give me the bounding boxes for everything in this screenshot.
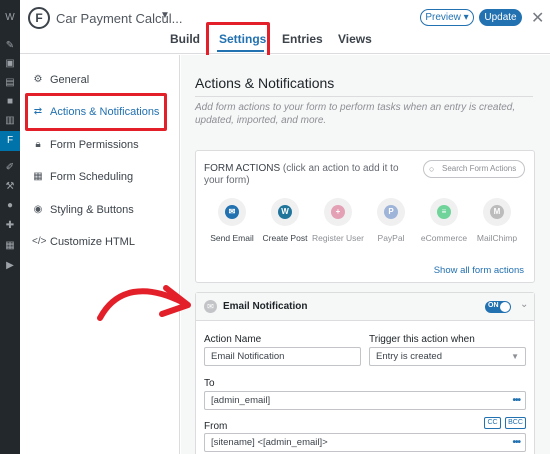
search-placeholder: Search Form Actions	[442, 164, 517, 173]
to-value: [admin_email]	[211, 395, 271, 406]
media-icon[interactable]: ▣	[4, 58, 16, 70]
action-label: Send Email	[210, 233, 254, 243]
page-title: Actions & Notifications	[195, 75, 335, 91]
nav-item-label: Form Scheduling	[50, 171, 134, 183]
comments-icon[interactable]: ■	[4, 96, 16, 108]
nav-item-form-scheduling[interactable]: ▦ Form Scheduling	[32, 167, 133, 187]
palette-icon: ◉	[33, 204, 43, 215]
nav-item-label: Styling & Buttons	[50, 204, 134, 216]
trigger-selected-value: Entry is created	[376, 351, 442, 362]
email-notification-title: Email Notification	[223, 301, 308, 312]
action-create-post[interactable]: W Create Post	[257, 198, 313, 243]
action-name-label: Action Name	[204, 334, 262, 345]
settings-icon[interactable]: ▦	[4, 240, 16, 252]
action-label: MailChimp	[476, 233, 518, 243]
action-paypal[interactable]: P PayPal	[363, 198, 419, 243]
action-label: Register User	[312, 233, 364, 243]
page-description: Add form actions to your form to perform…	[195, 102, 516, 126]
trash-icon[interactable]: ▥	[4, 115, 16, 127]
wordpress-icon[interactable]: W	[4, 12, 16, 24]
nav-item-label: General	[50, 74, 90, 86]
action-label: eCommerce	[420, 233, 468, 243]
email-icon: ✉	[225, 205, 239, 219]
ecommerce-icon: ≡	[437, 205, 451, 219]
show-all-form-actions-link[interactable]: Show all form actions	[434, 265, 524, 276]
close-icon[interactable]: ✕	[531, 8, 544, 28]
from-value: [sitename] <[admin_email]>	[211, 437, 328, 448]
wp-admin-sidebar: W ✎ ▣ ▤ ■ ▥ F ✐ ⚒ ● ✚ ▦ ▶	[0, 0, 20, 454]
tools-icon[interactable]: ✚	[4, 220, 16, 232]
calendar-icon: ▦	[33, 171, 43, 182]
tab-build[interactable]: Build	[170, 32, 200, 46]
nav-item-styling-buttons[interactable]: ◉ Styling & Buttons	[32, 200, 134, 220]
preview-button[interactable]: Preview ▾	[420, 9, 474, 26]
form-builder-header: F Car Payment Calcul... ▼ Preview ▾ Upda…	[20, 0, 550, 54]
actions-nav-highlight	[25, 93, 167, 131]
users-icon[interactable]: ●	[4, 200, 16, 212]
toggle-label: ON	[488, 302, 499, 309]
trigger-select[interactable]: Entry is created ▼	[369, 347, 526, 366]
more-options-icon[interactable]: •••	[512, 392, 520, 409]
pages-icon[interactable]: ▤	[4, 77, 16, 89]
more-options-icon[interactable]: •••	[512, 434, 520, 451]
search-form-actions-input[interactable]: ○ Search Form Actions	[423, 160, 525, 178]
wordpress-icon: W	[278, 205, 292, 219]
annotation-arrow	[97, 285, 191, 321]
bcc-button[interactable]: BCC	[505, 417, 526, 429]
chevron-down-icon[interactable]: ⌄	[520, 299, 528, 310]
tab-views[interactable]: Views	[338, 32, 372, 46]
action-ecommerce[interactable]: ≡ eCommerce	[416, 198, 472, 243]
action-label: Create Post	[262, 233, 308, 243]
chevron-down-icon: ▼	[511, 352, 519, 361]
nav-item-form-permissions[interactable]: 🔒︎ Form Permissions	[32, 135, 139, 155]
code-icon: </>	[32, 236, 47, 247]
lock-icon: 🔒︎	[35, 139, 41, 150]
email-notification-header[interactable]: ✉ Email Notification ON ⌄	[196, 293, 534, 321]
form-actions-title: FORM ACTIONS	[204, 163, 281, 174]
cc-button[interactable]: CC	[484, 417, 501, 429]
title-divider	[195, 96, 533, 97]
pin-icon[interactable]: ✎	[4, 40, 16, 52]
update-button[interactable]: Update	[479, 9, 522, 26]
plugins-icon[interactable]: ⚒	[4, 181, 16, 193]
action-mailchimp[interactable]: M MailChimp	[469, 198, 525, 243]
trigger-label: Trigger this action when	[369, 334, 475, 345]
notification-toggle[interactable]: ON	[485, 301, 511, 313]
form-actions-card: FORM ACTIONS (click an action to add it …	[195, 150, 535, 283]
tab-entries[interactable]: Entries	[282, 32, 323, 46]
main-content: Actions & Notifications Add form actions…	[181, 55, 550, 454]
user-plus-icon: +	[331, 205, 345, 219]
action-label: PayPal	[377, 233, 405, 243]
mailchimp-icon: M	[490, 205, 504, 219]
formidable-icon[interactable]: F	[0, 131, 20, 151]
formidable-logo: F	[28, 7, 50, 29]
from-label: From	[204, 421, 228, 432]
email-icon: ✉	[204, 300, 217, 313]
nav-item-label: Form Permissions	[50, 139, 139, 151]
nav-item-general[interactable]: ⚙ General	[32, 70, 90, 90]
action-send-email[interactable]: ✉ Send Email	[204, 198, 260, 243]
paypal-icon: P	[384, 205, 398, 219]
appearance-icon[interactable]: ✐	[4, 162, 16, 174]
nav-item-customize-html[interactable]: </> Customize HTML	[32, 232, 135, 252]
from-email-input[interactable]: [sitename] <[admin_email]> •••	[204, 433, 526, 452]
play-icon[interactable]: ▶	[4, 260, 16, 272]
action-name-input[interactable]: Email Notification	[204, 347, 361, 366]
action-register-user[interactable]: + Register User	[310, 198, 366, 243]
gear-icon: ⚙	[33, 74, 43, 85]
to-email-input[interactable]: [admin_email] •••	[204, 391, 526, 410]
toggle-knob	[500, 302, 510, 312]
to-label: To	[204, 378, 215, 389]
search-icon: ○	[429, 164, 435, 174]
nav-item-label: Customize HTML	[50, 236, 135, 248]
email-notification-card: ✉ Email Notification ON ⌄ Action Name Em…	[195, 292, 535, 454]
chevron-down-icon[interactable]: ▼	[160, 10, 170, 21]
form-actions-heading: FORM ACTIONS (click an action to add it …	[204, 163, 414, 187]
